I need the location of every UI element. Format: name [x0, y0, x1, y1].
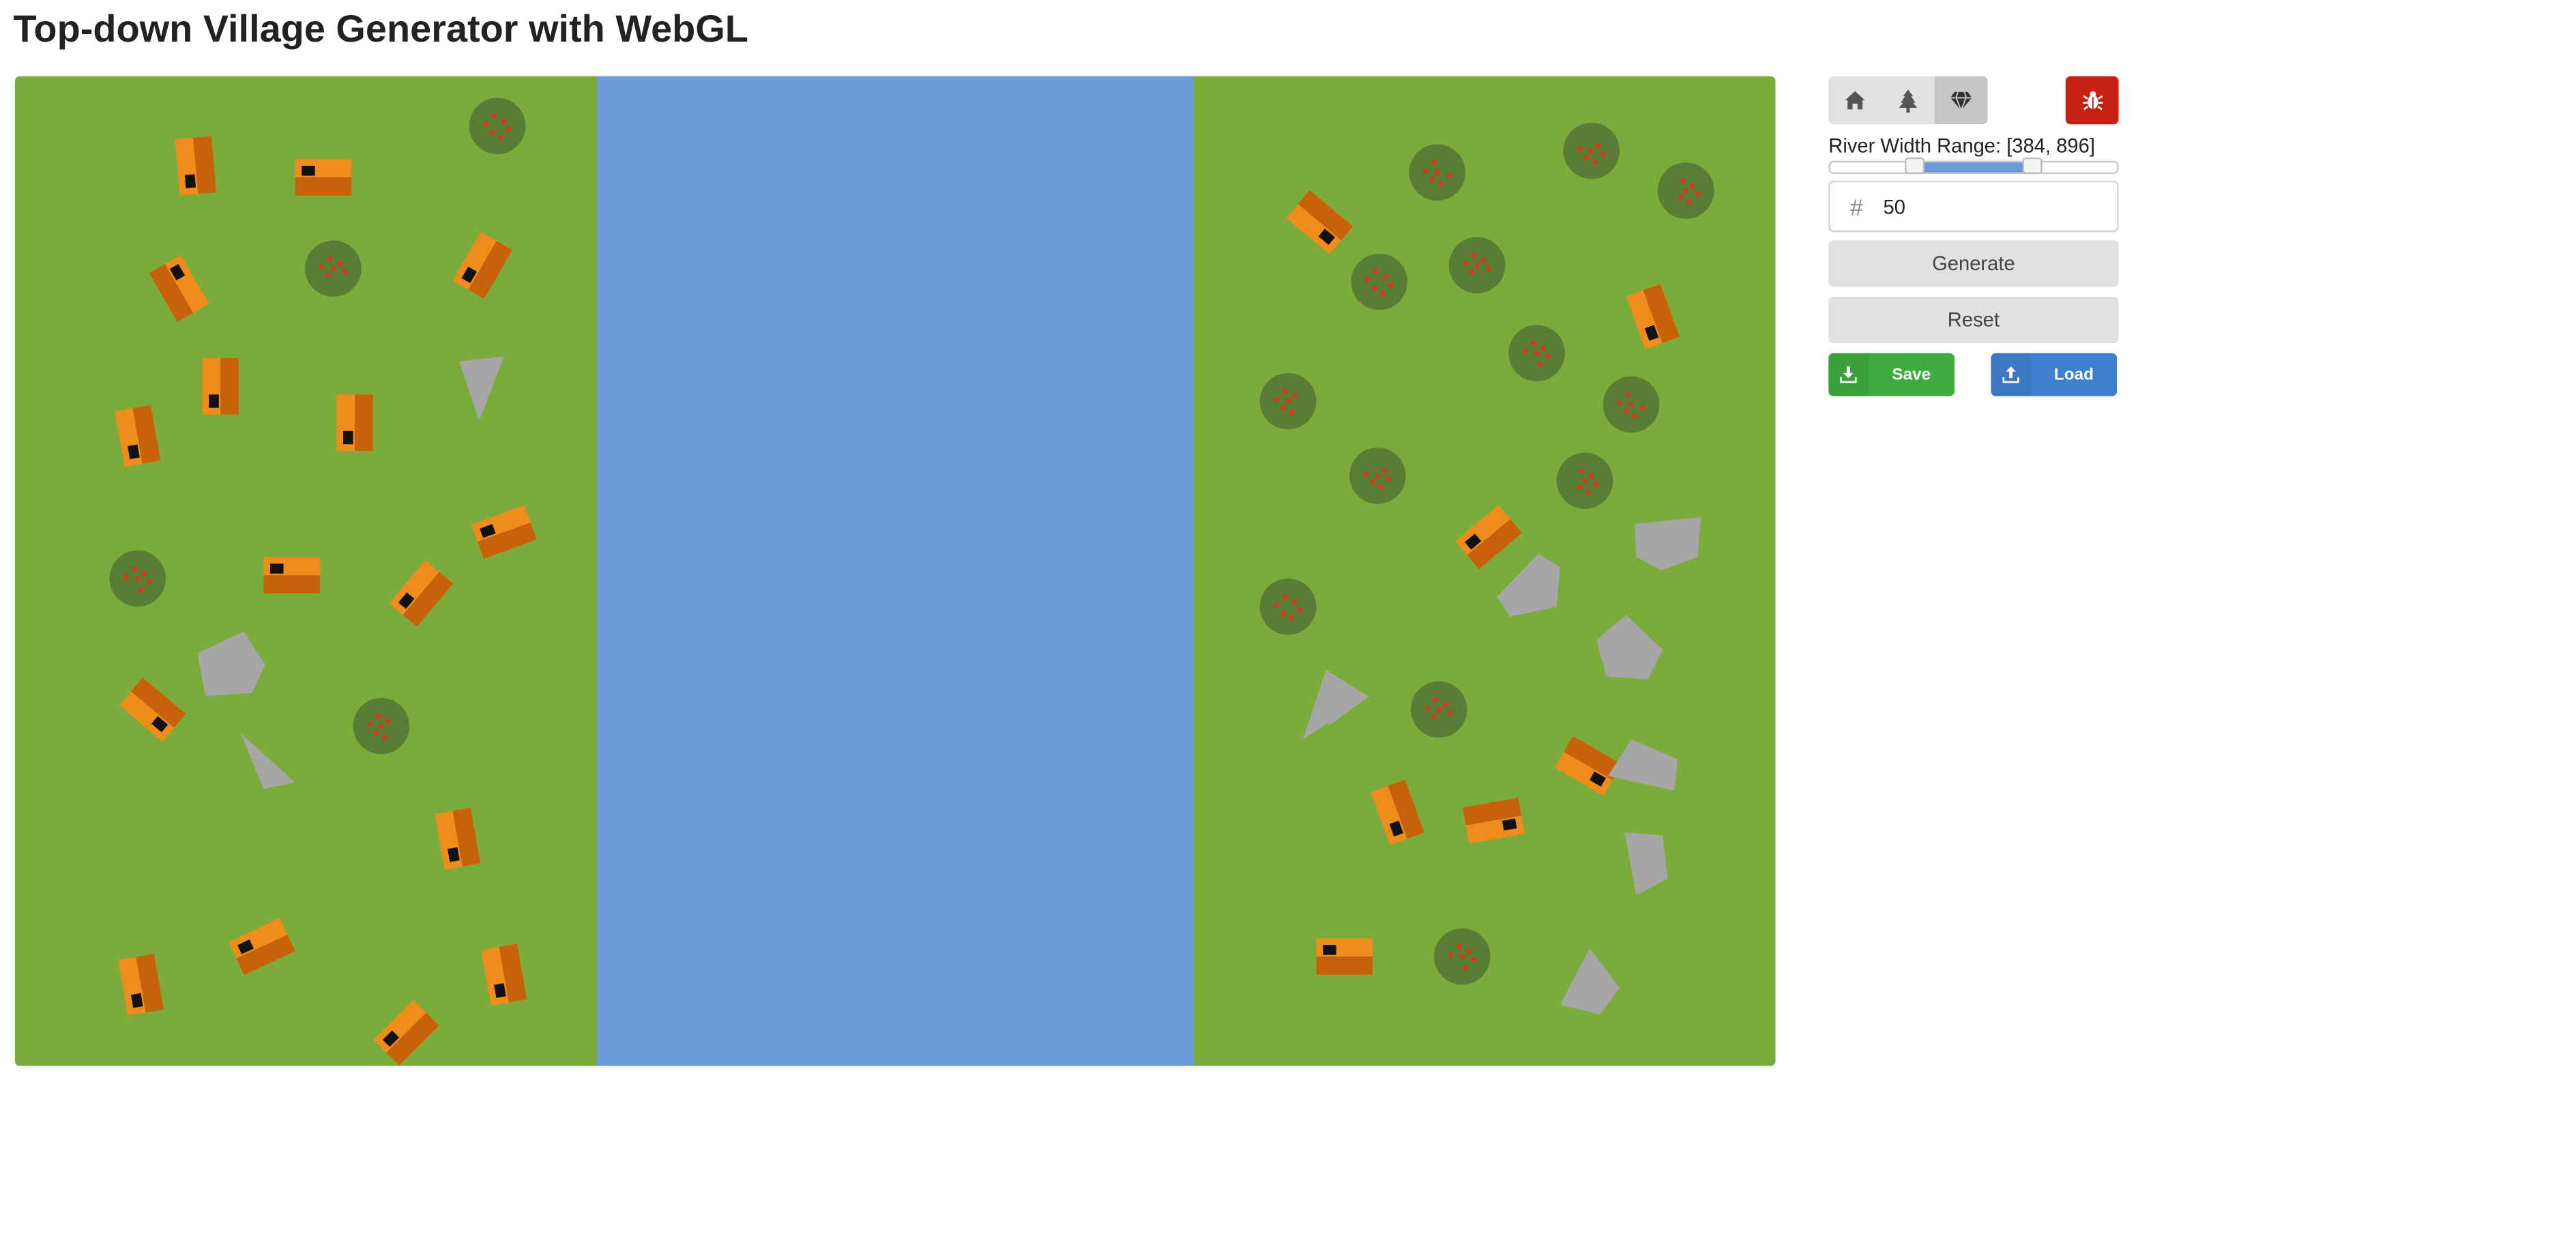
tree — [1259, 578, 1317, 635]
load-button[interactable]: Load — [1991, 353, 2118, 396]
river-width-label: River Width Range: [384, 896] — [1828, 134, 2095, 158]
bug-icon — [2082, 91, 2103, 111]
gem-icon — [1950, 91, 1972, 111]
house — [202, 357, 239, 415]
village-canvas[interactable] — [14, 76, 1776, 1066]
tree — [1602, 376, 1660, 433]
tree — [1351, 253, 1408, 310]
tree — [1259, 372, 1317, 430]
seed-field: # — [1828, 180, 2119, 233]
generate-button[interactable]: Generate — [1828, 240, 2119, 287]
download-icon — [1828, 353, 1869, 396]
slider-max-thumb[interactable] — [2022, 157, 2043, 175]
village-map — [14, 76, 1776, 1066]
house — [336, 394, 373, 451]
house — [1316, 938, 1373, 975]
slider-fill — [1922, 162, 2031, 173]
tree-mode-button[interactable] — [1882, 76, 1935, 125]
slider-min-thumb[interactable] — [1905, 157, 1925, 175]
tree — [1556, 452, 1613, 510]
mode-toggle-group — [1828, 76, 1988, 125]
tree — [353, 698, 410, 754]
house — [175, 136, 216, 196]
gem-mode-button[interactable] — [1934, 76, 1988, 125]
save-button[interactable]: Save — [1828, 353, 1955, 396]
tree — [109, 550, 166, 607]
save-label: Save — [1892, 365, 1931, 384]
tree — [305, 240, 362, 297]
tree — [1658, 162, 1714, 219]
tree — [1448, 237, 1506, 294]
tree-icon — [1899, 89, 1918, 113]
debug-button[interactable] — [2065, 76, 2119, 125]
tree — [1563, 122, 1620, 179]
house — [295, 159, 352, 196]
load-label: Load — [2053, 365, 2094, 384]
upload-icon — [1991, 353, 2031, 396]
seed-input[interactable] — [1883, 194, 2099, 218]
tree — [469, 98, 526, 154]
tree — [1433, 928, 1491, 985]
house-mode-button[interactable] — [1828, 76, 1882, 125]
tree — [1349, 448, 1406, 504]
tree — [1410, 681, 1467, 738]
river — [596, 76, 1194, 1066]
river-width-slider[interactable] — [1828, 157, 2119, 175]
tree — [1409, 144, 1466, 201]
house-icon — [1845, 91, 1865, 110]
reset-button[interactable]: Reset — [1828, 296, 2119, 344]
app-root: Top-down Village Generator with WebGL Ri… — [0, 0, 2576, 1260]
hash-icon: # — [1850, 193, 1864, 220]
house — [263, 557, 320, 594]
page-title: Top-down Village Generator with WebGL — [13, 6, 748, 50]
tree — [1508, 325, 1565, 381]
